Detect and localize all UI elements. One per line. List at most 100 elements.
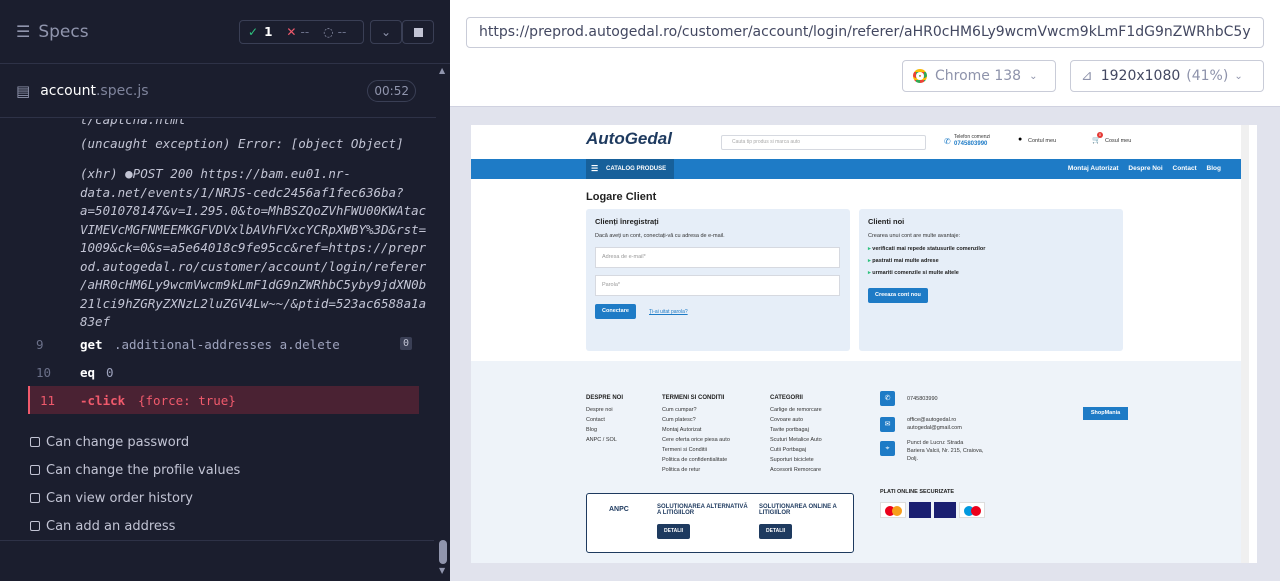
divider <box>0 540 434 541</box>
shopmania-badge[interactable]: ShopMania <box>1083 407 1128 420</box>
test-item[interactable]: Can change password <box>0 428 434 456</box>
footer-link[interactable]: Carlige de remorcare <box>770 407 822 413</box>
footer-link[interactable]: Tavite portbagaj <box>770 427 822 433</box>
footer-link[interactable]: Contact <box>586 417 623 423</box>
visa-electron-icon <box>934 502 956 518</box>
command-click-failed[interactable]: 11 -click {force: true} <box>28 386 419 414</box>
new-clients-desc: Crearea unui cont are multe avantaje: <box>868 233 961 239</box>
log-line: t/captcha.html <box>80 119 186 127</box>
element-count-badge: 0 <box>400 337 413 350</box>
log-line: od.autogedal.ro/customer/account/login/r… <box>80 258 427 274</box>
scrollbar[interactable]: ▲ ▼ <box>436 64 450 581</box>
footer-link[interactable]: Scuturi Metalice Auto <box>770 437 822 443</box>
site-logo[interactable]: AutoGedal <box>586 129 672 149</box>
nav-link[interactable]: Despre Noi <box>1128 165 1162 172</box>
forgot-password-link[interactable]: Ți-ai uitat parola? <box>649 309 688 315</box>
footer-link[interactable]: Cum platesc? <box>662 417 730 423</box>
footer-col-categories: CATEGORII Carlige de remorcare Covoare a… <box>770 395 822 473</box>
aut-panel: https://preprod.autogedal.ro/customer/ac… <box>450 0 1280 581</box>
specs-title: Specs <box>38 21 89 42</box>
viewport-selector[interactable]: ⊿ 1920x1080 (41%) ⌄ <box>1070 60 1264 92</box>
spec-row[interactable]: ▤ account.spec.js 00:52 <box>0 64 450 118</box>
test-item[interactable]: Can add an address <box>0 512 434 540</box>
new-clients-card: Clienti noi Crearea unui cont are multe … <box>859 209 1123 351</box>
browser-selector[interactable]: Chrome 138 ⌄ <box>902 60 1056 92</box>
pending-icon: ◌ <box>323 25 334 39</box>
footer-link[interactable]: Montaj Autorizat <box>662 427 730 433</box>
footer-phone-icon: ✆ <box>880 391 895 406</box>
registered-title: Clienți înregistrați <box>595 217 659 226</box>
scroll-thumb[interactable] <box>439 540 447 564</box>
benefit-item: ▸ pastrati mai multe adrese <box>868 258 939 264</box>
visa-icon <box>909 502 931 518</box>
chevron-down-icon: ⌄ <box>1029 70 1038 82</box>
site-scrollbar[interactable] <box>1241 125 1249 563</box>
browser-toolbar: https://preprod.autogedal.ro/customer/ac… <box>450 0 1280 107</box>
phone-label: Telefon comenzi <box>954 134 991 140</box>
footer-link[interactable]: Accesorii Remorcare <box>770 467 822 473</box>
anpc-alt-details-button[interactable]: DETALII <box>657 524 691 539</box>
command-eq[interactable]: 10 eq 0 <box>0 358 434 386</box>
footer-link[interactable]: Politica de confidentialitate <box>662 457 730 463</box>
footer-link[interactable]: Despre noi <box>586 407 623 413</box>
phone-number[interactable]: 0745803990 <box>954 141 987 147</box>
maestro-icon <box>959 502 985 518</box>
cart-badge: 0 <box>1097 132 1103 138</box>
pending-count: -- <box>337 25 347 39</box>
catalog-menu[interactable]: ☰ CATALOG PRODUSE <box>586 159 674 179</box>
footer-link[interactable]: Termeni si Conditii <box>662 447 730 453</box>
test-item[interactable]: Can change the profile values <box>0 456 434 484</box>
cart-label[interactable]: Cosul meu <box>1105 138 1131 144</box>
footer-link[interactable]: Politica de retur <box>662 467 730 473</box>
xhr-line[interactable]: (xhr) ●POST 200 https://bam.eu01.nr- <box>0 165 434 184</box>
create-account-button[interactable]: Creeaza cont nou <box>868 288 928 303</box>
log-line: 1009&ck=0&s=a5e64018c9fe95cc&ref=https:/… <box>80 240 427 255</box>
site-nav: ☰ CATALOG PRODUSE Montaj Autorizat Despr… <box>471 159 1249 179</box>
footer-address: Punct de Lucru: Strada Bariera Valcii, N… <box>907 440 984 462</box>
password-field[interactable]: Parola* <box>595 275 840 296</box>
footer-link[interactable]: Covoare auto <box>770 417 822 423</box>
site-search-input[interactable]: Cauta tip produs si marca auto <box>721 135 926 150</box>
scroll-up-icon[interactable]: ▲ <box>439 66 445 75</box>
benefit-item: ▸ urmariti comenzile si multe altele <box>868 270 959 276</box>
footer-phone[interactable]: 0745803990 <box>907 396 938 402</box>
test-item[interactable]: Can view order history <box>0 484 434 512</box>
footer-link[interactable]: Cere oferta orice piesa auto <box>662 437 730 443</box>
anpc-online-details-button[interactable]: DETALII <box>759 524 793 539</box>
failed-count: -- <box>300 25 310 39</box>
user-icon: ● <box>1018 136 1023 143</box>
nav-link[interactable]: Blog <box>1207 165 1221 172</box>
ruler-icon: ⊿ <box>1081 68 1093 84</box>
footer-email[interactable]: office@autogedal.ro <box>907 417 956 423</box>
email-field[interactable]: Adresa de e-mail* <box>595 247 840 268</box>
footer-email[interactable]: autogedal@gmail.com <box>907 425 962 431</box>
stop-button[interactable] <box>402 20 434 44</box>
toggle-dropdown-button[interactable]: ⌄ <box>370 20 402 44</box>
spec-duration: 00:52 <box>367 80 416 102</box>
nav-link[interactable]: Contact <box>1173 165 1197 172</box>
document-icon: ▤ <box>16 81 31 100</box>
passed-icon: ✓ <box>248 25 259 39</box>
page-title: Logare Client <box>586 191 657 203</box>
footer-link[interactable]: Suporturi biciclete <box>770 457 822 463</box>
new-clients-title: Clienti noi <box>868 217 905 226</box>
uncaught-exception-line[interactable]: (uncaught exception) Error: [object Obje… <box>0 135 434 165</box>
payment-logos <box>880 502 985 518</box>
url-bar[interactable]: https://preprod.autogedal.ro/customer/ac… <box>466 17 1264 48</box>
command-get[interactable]: 9 get .additional-addresses a.delete 0 <box>0 330 434 358</box>
login-button[interactable]: Conectare <box>595 304 636 319</box>
log-line: data.net/events/1/NRJS-cedc2456af1fec636… <box>80 184 404 200</box>
footer-location-icon: ⌖ <box>880 441 895 456</box>
footer-link[interactable]: Cutii Portbagaj <box>770 447 822 453</box>
account-menu[interactable]: Contul meu <box>1028 138 1056 144</box>
footer-mail-icon: ✉ <box>880 417 895 432</box>
anpc-logo: ANPC <box>609 506 629 513</box>
footer-link[interactable]: ANPC / SOL <box>586 437 623 443</box>
scroll-down-icon[interactable]: ▼ <box>439 566 445 575</box>
footer-link[interactable]: Blog <box>586 427 623 433</box>
footer-link[interactable]: Cum cumpar? <box>662 407 730 413</box>
nav-link[interactable]: Montaj Autorizat <box>1068 165 1119 172</box>
specs-list-icon[interactable]: ☰ <box>16 22 30 41</box>
footer-col-terms: TERMENI SI CONDITII Cum cumpar? Cum plat… <box>662 395 730 473</box>
failed-icon: ✕ <box>286 25 297 39</box>
